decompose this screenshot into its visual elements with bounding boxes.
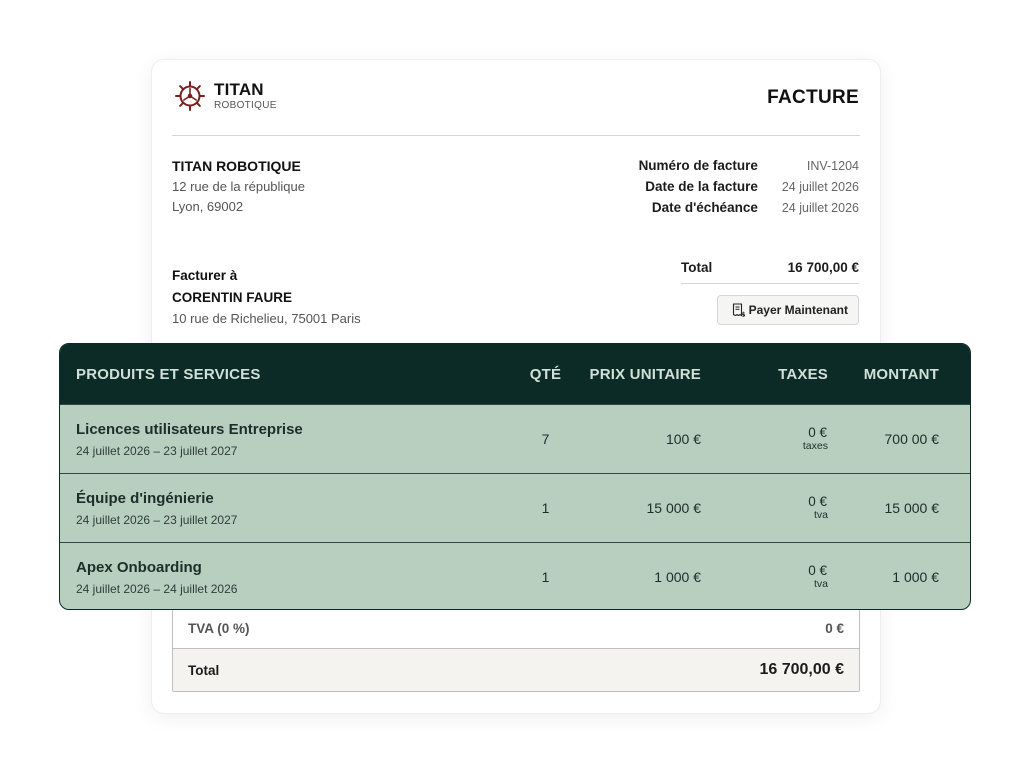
col-header-qty: QTÉ — [529, 365, 562, 383]
item-title: Équipe d'ingénierie — [76, 489, 214, 507]
item-tax-note: taxes — [802, 439, 828, 452]
vat-value: 0 € — [825, 621, 844, 636]
brand-sub: ROBOTIQUE — [214, 100, 277, 111]
col-header-taxes: TAXES — [778, 365, 828, 383]
invoice-meta: Numéro de facture INV-1204 Date de la fa… — [639, 158, 859, 215]
bill-to-address: 10 rue de Richelieu, 75001 Paris — [172, 311, 361, 326]
company-address-line2: Lyon, 69002 — [172, 199, 244, 214]
item-title: Licences utilisateurs Entreprise — [76, 420, 303, 438]
grand-total-label: Total — [188, 662, 220, 678]
item-tax-note: tva — [813, 577, 828, 590]
item-tax-amount: 0 € — [808, 424, 827, 440]
vat-label: TVA (0 %) — [188, 621, 250, 636]
due-date-value: 24 juillet 2026 — [781, 201, 859, 215]
item-tax-amount: 0 € — [808, 562, 827, 578]
brand-logo: TITAN ROBOTIQUE — [174, 80, 277, 112]
header-divider — [172, 135, 860, 136]
line-items-header: PRODUITS ET SERVICES QTÉ PRIX UNITAIRE T… — [60, 344, 970, 404]
table-row: Licences utilisateurs Entreprise 24 juil… — [60, 404, 970, 473]
due-date-label: Date d'échéance — [651, 200, 758, 215]
company-name: TITAN ROBOTIQUE — [172, 158, 301, 174]
invoice-number-label: Numéro de facture — [638, 158, 758, 173]
item-title: Apex Onboarding — [76, 558, 202, 576]
pay-now-button[interactable]: $ Payer Maintenant — [716, 295, 859, 325]
item-unit-price: 15 000 € — [646, 500, 702, 516]
col-header-unit-price: PRIX UNITAIRE — [589, 365, 701, 383]
invoice-date-value: 24 juillet 2026 — [781, 180, 859, 194]
bill-to-name: CORENTIN FAURE — [172, 290, 293, 305]
brand-name: TITAN — [214, 80, 264, 99]
item-amount: 1 000 € — [892, 569, 939, 585]
item-tax: 0 € tva — [701, 562, 828, 590]
table-row: Équipe d'ingénierie 24 juillet 2026 – 23… — [60, 473, 970, 542]
item-unit-price: 1 000 € — [654, 569, 701, 585]
item-unit-price: 100 € — [665, 431, 701, 447]
company-block: TITAN ROBOTIQUE 12 rue de la république … — [172, 158, 305, 214]
summary-table: TVA (0 %) 0 € Total 16 700,00 € — [172, 608, 860, 692]
item-period: 24 juillet 2026 – 23 juillet 2027 — [76, 443, 238, 458]
invoice-date-label: Date de la facture — [645, 179, 758, 194]
total-top-value: 16 700,00 € — [787, 260, 859, 275]
item-period: 24 juillet 2026 – 24 juillet 2026 — [76, 581, 238, 596]
vat-row: TVA (0 %) 0 € — [173, 609, 859, 649]
total-top-label: Total — [681, 260, 713, 275]
company-address-line1: 12 rue de la république — [172, 179, 305, 194]
item-qty: 7 — [541, 431, 550, 447]
invoice-title: FACTURE — [767, 87, 859, 108]
col-header-product: PRODUITS ET SERVICES — [76, 365, 261, 383]
gear-logo-icon — [175, 81, 205, 111]
bill-to-label: Facturer à — [172, 268, 238, 283]
bill-to-block: Facturer à CORENTIN FAURE 10 rue de Rich… — [172, 268, 361, 326]
receipt-icon: $ — [732, 303, 745, 317]
item-amount: 700 00 € — [884, 431, 940, 447]
item-tax-note: tva — [813, 508, 828, 521]
table-row: Apex Onboarding 24 juillet 2026 – 24 jui… — [60, 542, 970, 609]
total-top: Total 16 700,00 € — [681, 260, 859, 284]
pay-now-label: Payer Maintenant — [748, 303, 848, 317]
svg-text:$: $ — [741, 311, 745, 318]
grand-total-value: 16 700,00 € — [759, 661, 844, 678]
item-period: 24 juillet 2026 – 23 juillet 2027 — [76, 512, 238, 527]
item-amount: 15 000 € — [884, 500, 940, 516]
item-qty: 1 — [541, 500, 550, 516]
item-tax: 0 € tva — [701, 493, 828, 521]
item-tax: 0 € taxes — [701, 424, 828, 452]
line-items-table: PRODUITS ET SERVICES QTÉ PRIX UNITAIRE T… — [59, 343, 971, 610]
col-header-amount: MONTANT — [863, 365, 939, 383]
grand-total-row: Total 16 700,00 € — [173, 649, 859, 691]
item-qty: 1 — [541, 569, 550, 585]
item-tax-amount: 0 € — [808, 493, 827, 509]
invoice-number-value: INV-1204 — [806, 159, 859, 173]
